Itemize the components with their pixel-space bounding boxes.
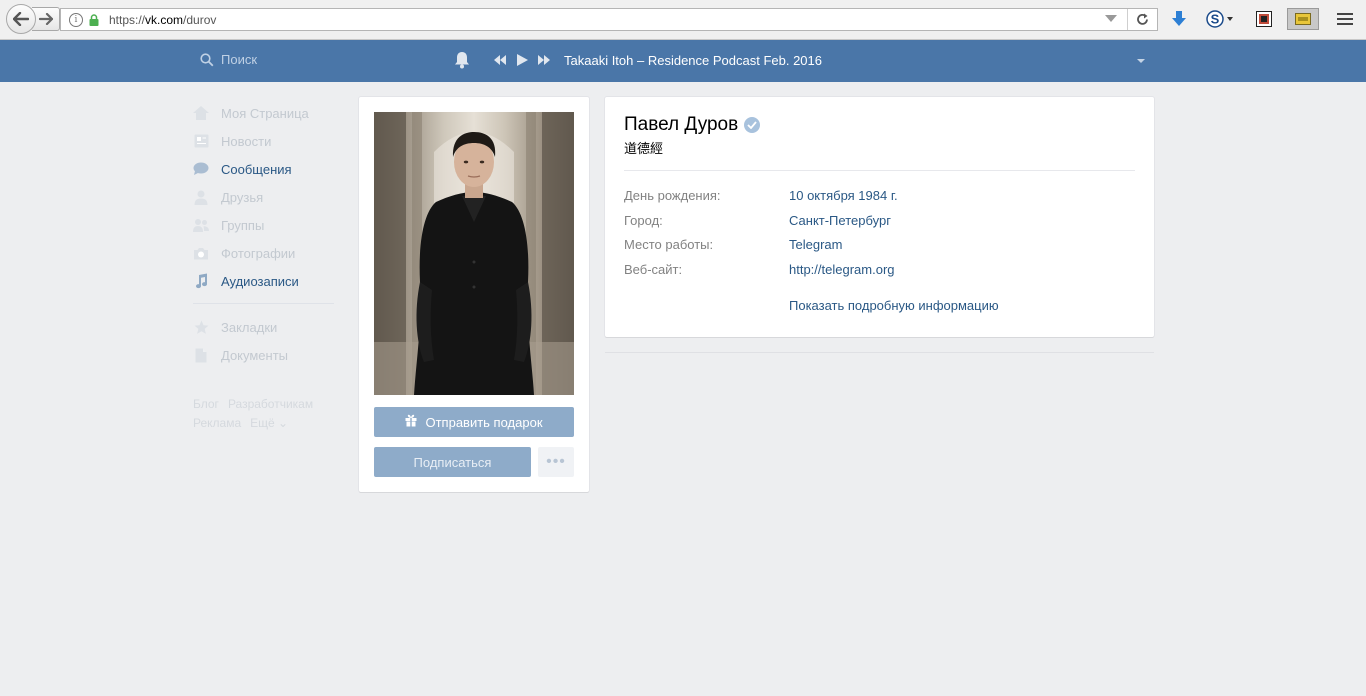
search-field[interactable]: Поиск bbox=[200, 52, 257, 67]
left-sidebar-menu: Моя Страница Новости Сообщения Друзья Гр… bbox=[193, 99, 338, 433]
sidebar-item-documents[interactable]: Документы bbox=[193, 341, 338, 369]
arrow-left-icon bbox=[13, 11, 29, 26]
sidebar-item-my-page[interactable]: Моя Страница bbox=[193, 99, 338, 127]
screenshot-extension-icon[interactable] bbox=[1287, 8, 1319, 30]
sidebar-item-label: Сообщения bbox=[221, 161, 292, 177]
sidebar-item-label: Новости bbox=[221, 133, 272, 149]
footer-link-developers[interactable]: Разработчикам bbox=[228, 397, 313, 411]
sidebar-item-messages[interactable]: Сообщения bbox=[193, 155, 338, 183]
site-header: Поиск Takaaki Itoh – Residence Podcast F… bbox=[0, 40, 1366, 82]
address-bar[interactable]: i https://vk.com/durov bbox=[60, 8, 1158, 31]
info-divider bbox=[624, 170, 1135, 171]
search-icon bbox=[200, 52, 214, 66]
sidebar-item-audio[interactable]: Аудиозаписи bbox=[193, 267, 338, 295]
s-extension-icon[interactable]: S bbox=[1206, 8, 1236, 30]
info-row-birthday: День рождения: 10 октября 1984 г. bbox=[624, 188, 898, 203]
browser-toolbar: i https://vk.com/durov S bbox=[0, 0, 1366, 40]
sidebar-item-label: Закладки bbox=[221, 319, 278, 335]
now-playing-title[interactable]: Takaaki Itoh – Residence Podcast Feb. 20… bbox=[564, 53, 822, 68]
home-icon bbox=[193, 105, 209, 121]
document-icon bbox=[193, 347, 209, 363]
url-text[interactable]: https://vk.com/durov bbox=[109, 13, 216, 27]
forward-button[interactable] bbox=[32, 7, 60, 31]
search-placeholder: Поиск bbox=[221, 52, 258, 67]
send-gift-label: Отправить подарок bbox=[425, 414, 543, 430]
menu-divider bbox=[193, 303, 334, 304]
info-row-workplace: Место работы: Telegram bbox=[624, 237, 842, 252]
sidebar-item-label: Документы bbox=[221, 347, 289, 363]
sidebar-item-friends[interactable]: Друзья bbox=[193, 183, 338, 211]
footer-link-ads[interactable]: Реклама bbox=[193, 416, 241, 430]
show-full-info-link[interactable]: Показать подробную информацию bbox=[789, 298, 999, 313]
friends-icon bbox=[193, 189, 209, 205]
sidebar-item-label: Фотографии bbox=[221, 245, 296, 261]
star-icon bbox=[193, 319, 209, 335]
more-actions-button[interactable]: ••• bbox=[538, 447, 574, 477]
sidebar-item-photos[interactable]: Фотографии bbox=[193, 239, 338, 267]
info-label: Веб-сайт: bbox=[624, 262, 683, 277]
play-icon[interactable] bbox=[515, 53, 529, 67]
arrow-right-icon bbox=[38, 13, 53, 25]
subscribe-button[interactable]: Подписаться bbox=[374, 447, 531, 477]
profile-info-card: Павел Дуров 道德經 День рождения: 10 октябр… bbox=[605, 97, 1154, 337]
audio-player-controls bbox=[493, 53, 551, 67]
profile-status: 道德經 bbox=[624, 141, 664, 156]
gift-icon bbox=[405, 414, 417, 430]
footer-links: Блог Разработчикам Реклама Ещё ⌄ bbox=[193, 395, 338, 433]
url-dropdown-icon[interactable] bbox=[1105, 15, 1117, 22]
profile-name: Павел Дуров bbox=[624, 114, 739, 135]
player-dropdown-icon[interactable] bbox=[1137, 59, 1145, 63]
profile-photo-card: Отправить подарок Подписаться ••• bbox=[359, 97, 589, 492]
subscribe-label: Подписаться bbox=[413, 454, 492, 470]
camera-icon bbox=[193, 245, 209, 261]
music-note-icon bbox=[193, 273, 209, 289]
verified-check-icon[interactable] bbox=[744, 117, 761, 133]
info-value-link[interactable]: http://telegram.org bbox=[789, 262, 895, 277]
sidebar-item-label: Друзья bbox=[221, 189, 264, 205]
download-icon[interactable] bbox=[1171, 8, 1187, 30]
info-row-city: Город: Санкт-Петербург bbox=[624, 213, 891, 228]
svg-text:S: S bbox=[1211, 12, 1220, 27]
info-value-link[interactable]: Санкт-Петербург bbox=[789, 213, 891, 228]
reload-icon bbox=[1137, 13, 1148, 25]
sidebar-item-groups[interactable]: Группы bbox=[193, 211, 338, 239]
info-icon[interactable]: i bbox=[69, 12, 83, 27]
news-icon bbox=[193, 133, 209, 149]
sidebar-item-label: Группы bbox=[221, 217, 265, 233]
profile-photo[interactable] bbox=[374, 112, 574, 395]
footer-link-blog[interactable]: Блог bbox=[193, 397, 219, 411]
previous-track-icon[interactable] bbox=[493, 54, 507, 66]
back-button[interactable] bbox=[6, 3, 36, 34]
reload-button[interactable] bbox=[1127, 9, 1157, 30]
hamburger-menu-icon[interactable] bbox=[1337, 8, 1353, 30]
sidebar-item-news[interactable]: Новости bbox=[193, 127, 338, 155]
sidebar-item-label: Моя Страница bbox=[221, 105, 309, 121]
navigation-buttons bbox=[6, 3, 60, 34]
next-track-icon[interactable] bbox=[537, 54, 551, 66]
groups-icon bbox=[193, 217, 209, 233]
info-label: День рождения: bbox=[624, 188, 721, 203]
content-divider bbox=[605, 352, 1154, 353]
url-host: vk.com bbox=[145, 12, 184, 27]
messages-icon bbox=[193, 161, 209, 177]
info-value-link[interactable]: Telegram bbox=[789, 237, 842, 252]
url-path: /durov bbox=[183, 12, 217, 27]
extension-box-icon[interactable] bbox=[1256, 8, 1272, 30]
lock-icon[interactable] bbox=[89, 13, 99, 26]
sidebar-item-bookmarks[interactable]: Закладки bbox=[193, 313, 338, 341]
info-label: Место работы: bbox=[624, 237, 714, 252]
info-label: Город: bbox=[624, 213, 663, 228]
notifications-bell-icon[interactable] bbox=[454, 51, 470, 72]
profile-name-row: Павел Дуров bbox=[624, 114, 761, 136]
url-scheme: https:// bbox=[109, 12, 146, 27]
info-row-website: Веб-сайт: http://telegram.org bbox=[624, 262, 895, 277]
more-dots-icon: ••• bbox=[546, 453, 566, 470]
info-value-link[interactable]: 10 октября 1984 г. bbox=[789, 188, 898, 203]
send-gift-button[interactable]: Отправить подарок bbox=[374, 407, 574, 437]
sidebar-item-label: Аудиозаписи bbox=[221, 273, 299, 289]
footer-link-more[interactable]: Ещё ⌄ bbox=[250, 416, 288, 430]
